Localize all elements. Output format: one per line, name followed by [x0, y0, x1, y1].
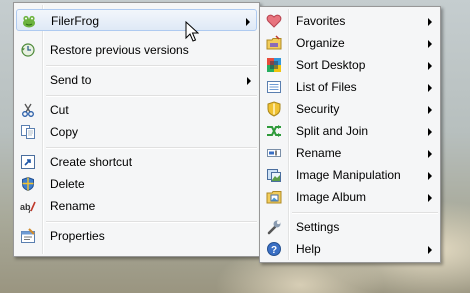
menu-item-label: Copy — [50, 125, 79, 139]
submenu-item-image-manipulation[interactable]: Image Manipulation — [262, 164, 438, 186]
submenu-arrow-icon — [428, 246, 432, 254]
menu-item-cut[interactable]: Cut — [16, 99, 257, 121]
menu-item-label: Send to — [50, 73, 92, 87]
menu-item-properties[interactable]: Properties — [16, 225, 257, 247]
menu-item-copy[interactable]: Copy — [16, 121, 257, 143]
menu-item-label: Image Album — [296, 190, 367, 204]
menu-item-label: Sort Desktop — [296, 58, 366, 72]
properties-icon — [20, 228, 36, 244]
mouse-cursor-icon — [185, 21, 199, 42]
menu-item-label: Rename — [50, 199, 96, 213]
submenu-item-split-and-join[interactable]: Split and Join — [262, 120, 438, 142]
menu-item-rename[interactable]: ab Rename — [16, 195, 257, 217]
help-icon: ? — [266, 241, 282, 257]
menu-item-label: Create shortcut — [50, 155, 133, 169]
submenu-arrow-icon — [428, 62, 432, 70]
menu-item-label: Split and Join — [296, 124, 369, 138]
menu-separator — [46, 65, 257, 67]
svg-text:?: ? — [271, 245, 277, 256]
menu-item-label: Security — [296, 102, 340, 116]
menu-item-filerfrog[interactable]: FilerFrog — [16, 9, 257, 31]
menu-separator — [292, 212, 438, 214]
menu-item-create-shortcut[interactable]: Create shortcut — [16, 151, 257, 173]
list-icon — [266, 79, 282, 95]
menu-item-label: Cut — [50, 103, 69, 117]
wrench-icon — [266, 219, 282, 235]
menu-item-label: Restore previous versions — [50, 43, 189, 57]
menu-item-label: Help — [296, 242, 321, 256]
menu-item-label: List of Files — [296, 80, 357, 94]
menu-item-send-to[interactable]: Send to — [16, 69, 257, 91]
rename-icon — [266, 145, 282, 161]
menu-item-label: Image Manipulation — [296, 168, 401, 182]
menu-item-delete[interactable]: Delete — [16, 173, 257, 195]
submenu-item-list-of-files[interactable]: List of Files — [262, 76, 438, 98]
submenu-item-image-album[interactable]: Image Album — [262, 186, 438, 208]
submenu-arrow-icon — [428, 172, 432, 180]
folder-organize-icon — [266, 35, 282, 51]
menu-separator — [46, 147, 257, 149]
submenu-item-security[interactable]: Security — [262, 98, 438, 120]
heart-icon — [266, 13, 282, 29]
menu-item-label: Favorites — [296, 14, 346, 28]
submenu-arrow-icon — [428, 84, 432, 92]
submenu-arrow-icon — [246, 18, 250, 26]
menu-separator — [46, 95, 257, 97]
submenu-arrow-icon — [428, 40, 432, 48]
restore-icon — [20, 42, 36, 58]
submenu-item-favorites[interactable]: Favorites — [262, 10, 438, 32]
submenu-arrow-icon — [428, 106, 432, 114]
submenu-arrow-icon — [428, 150, 432, 158]
delete-icon — [20, 176, 36, 192]
shortcut-icon — [20, 154, 36, 170]
split-join-icon — [266, 123, 282, 139]
rename-icon: ab — [20, 198, 36, 214]
image-album-icon — [266, 189, 282, 205]
submenu-item-rename[interactable]: Rename — [262, 142, 438, 164]
submenu-item-organize[interactable]: Organize — [262, 32, 438, 54]
scissors-icon — [20, 102, 36, 118]
menu-item-label: Organize — [296, 36, 345, 50]
menu-item-restore-previous-versions[interactable]: Restore previous versions — [16, 39, 257, 61]
filerfrog-submenu: Favorites Organize Sort Desktop List of … — [259, 6, 441, 263]
shield-icon — [266, 101, 282, 117]
menu-item-label: Rename — [296, 146, 342, 160]
submenu-arrow-icon — [428, 194, 432, 202]
copy-icon — [20, 124, 36, 140]
submenu-item-sort-desktop[interactable]: Sort Desktop — [262, 54, 438, 76]
submenu-arrow-icon — [428, 128, 432, 136]
file-context-menu: FilerFrog Restore previous versions Send… — [13, 2, 260, 257]
menu-item-label: Properties — [50, 229, 105, 243]
submenu-arrow-icon — [428, 18, 432, 26]
image-manipulation-icon — [266, 167, 282, 183]
submenu-item-settings[interactable]: Settings — [262, 216, 438, 238]
menu-item-label: Delete — [50, 177, 85, 191]
submenu-arrow-icon — [247, 77, 251, 85]
submenu-item-help[interactable]: ? Help — [262, 238, 438, 260]
frog-icon — [21, 13, 37, 29]
menu-separator — [46, 221, 257, 223]
sort-desktop-icon — [266, 57, 282, 73]
menu-item-label: FilerFrog — [51, 14, 100, 28]
menu-item-label: Settings — [296, 220, 340, 234]
